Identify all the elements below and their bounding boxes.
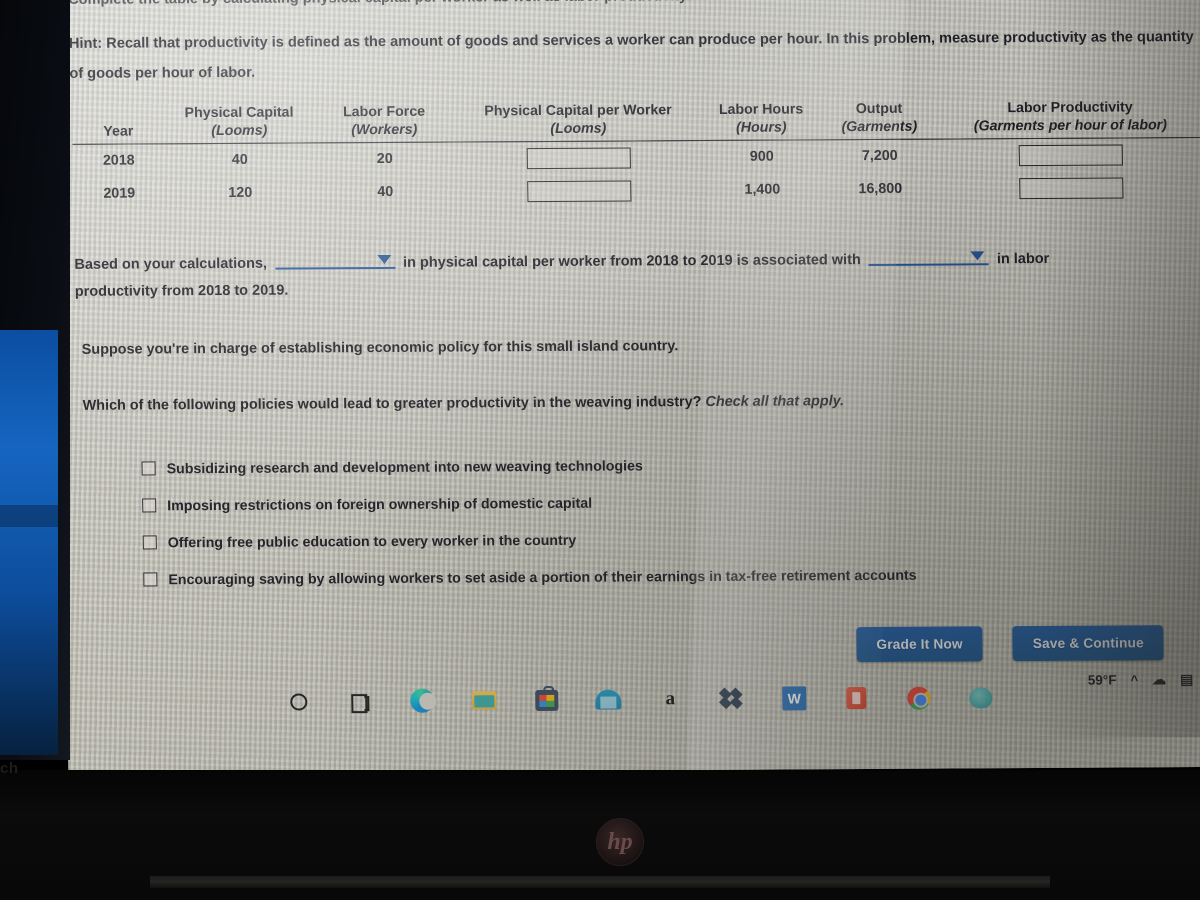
word-icon[interactable]: W: [763, 675, 826, 721]
list-item[interactable]: Subsidizing research and development int…: [141, 455, 1143, 498]
dropdown-change-direction[interactable]: [274, 250, 396, 270]
task-view-icon[interactable]: [329, 678, 392, 724]
header-physical-capital-per-worker: Physical Capital per Worker: [484, 102, 672, 120]
option-label-1: Subsidizing research and development int…: [166, 458, 643, 478]
option-label-2: Imposing restrictions on foreign ownersh…: [167, 495, 593, 515]
check-all-that-apply-note: Check all that apply.: [705, 393, 845, 411]
cell-labor-hours-2019: 1,400: [744, 181, 781, 198]
header-physical-capital: Physical Capital: [184, 104, 294, 122]
header-unit-looms: (Looms): [164, 122, 315, 144]
cell-labor-force-2019: 40: [377, 183, 394, 201]
letter-a-icon[interactable]: a: [639, 676, 702, 722]
checkbox-option-1[interactable]: [141, 461, 156, 476]
checkbox-option-2[interactable]: [142, 498, 157, 513]
file-explorer-icon[interactable]: [453, 677, 516, 723]
conclusion-part-3: in labor: [996, 250, 1050, 268]
header-unit-looms-2: (Looms): [454, 120, 703, 143]
cell-pcw-2018: [455, 141, 704, 176]
taskbar-search-text-fragment[interactable]: ch: [0, 760, 60, 790]
header-blank: [72, 105, 164, 124]
onedrive-cloud-icon[interactable]: ☁: [1152, 671, 1166, 688]
policy-intro: Suppose you're in charge of establishing…: [81, 338, 679, 358]
cell-pcw-2019: [455, 174, 704, 209]
policy-options-list: Subsidizing research and development int…: [141, 455, 1144, 609]
conclusion-part-4: productivity from 2018 to 2019.: [74, 282, 289, 300]
dropbox-icon[interactable]: [701, 676, 764, 722]
photo-of-laptop-screen: Complete the table by calculating physic…: [0, 0, 1200, 900]
search-circle-icon[interactable]: [267, 678, 330, 724]
secondary-blue-window-edge: [0, 330, 58, 755]
microsoft-edge-icon[interactable]: [391, 678, 454, 724]
windows-taskbar: a W: [67, 665, 1200, 734]
laptop-hinge: [150, 876, 1050, 888]
mail-icon[interactable]: [577, 676, 640, 722]
header-labor-force: Labor Force: [342, 103, 426, 121]
cell-year-2018: 2018: [102, 152, 135, 169]
input-physical-capital-per-worker-2018[interactable]: [526, 147, 631, 169]
option-label-4: Encouraging saving by allowing workers t…: [168, 567, 917, 589]
weather-temperature[interactable]: 59°F: [1088, 673, 1117, 688]
conclusion-sentence: Based on your calculations, in physical …: [74, 242, 1200, 281]
policy-prompt: Which of the following policies would le…: [83, 393, 845, 414]
list-item[interactable]: Imposing restrictions on foreign ownersh…: [142, 492, 1143, 535]
chrome-icon[interactable]: [887, 675, 950, 721]
conclusion-part-2: in physical capital per worker from 2018…: [402, 252, 861, 271]
cell-labor-productivity-2018: [939, 137, 1200, 172]
chevron-down-icon: [376, 254, 392, 265]
productivity-table: Physical Capital Labor Force Physical Ca…: [72, 99, 1200, 210]
hp-logo: hp: [596, 818, 644, 866]
header-labor-hours: Labor Hours: [718, 101, 804, 118]
dropdown-productivity-direction[interactable]: [868, 247, 989, 267]
checkbox-option-3[interactable]: [142, 535, 157, 550]
input-labor-productivity-2018[interactable]: [1018, 144, 1123, 166]
header-year: Year: [72, 123, 165, 145]
list-item[interactable]: Encouraging saving by allowing workers t…: [143, 566, 1144, 609]
cell-labor-hours-2018: 900: [749, 148, 774, 166]
hint-body: Recall that productivity is defined as t…: [69, 29, 1194, 82]
cell-physical-capital-2018: 40: [231, 152, 248, 169]
microsoft-store-icon[interactable]: [515, 677, 578, 723]
option-label-3: Offering free public education to every …: [167, 532, 577, 552]
header-labor-productivity: Labor Productivity: [1007, 99, 1133, 117]
instruction-line-clipped: Complete the table by calculating physic…: [68, 0, 1128, 8]
cell-labor-productivity-2019: [939, 170, 1200, 205]
hint-paragraph: Hint: Recall that productivity is define…: [69, 22, 1200, 89]
list-item[interactable]: Offering free public education to every …: [142, 529, 1144, 572]
checkbox-option-4[interactable]: [143, 572, 158, 587]
conclusion-part-1: Based on your calculations,: [74, 255, 268, 273]
teal-app-icon[interactable]: [949, 674, 1012, 720]
cell-labor-force-2018: 20: [376, 151, 393, 168]
header-unit-hours: (Hours): [702, 119, 821, 141]
header-output: Output: [855, 100, 903, 118]
grade-it-now-button[interactable]: Grade It Now: [856, 626, 984, 663]
input-labor-productivity-2019[interactable]: [1019, 176, 1124, 199]
header-unit-garments-per-hour: (Garments per hour of labor): [938, 116, 1200, 140]
policy-prompt-text: Which of the following policies would le…: [82, 394, 702, 414]
header-unit-garments: (Garments): [820, 118, 939, 140]
monitor-screen-area: Complete the table by calculating physic…: [56, 0, 1200, 774]
show-hidden-icons-chevron[interactable]: ^: [1130, 672, 1138, 687]
save-and-continue-button[interactable]: Save & Continue: [1012, 625, 1165, 662]
chevron-down-icon: [970, 251, 985, 261]
assignment-page: Complete the table by calculating physic…: [56, 0, 1200, 774]
table-row: 2019 120 40 1,400 16,800: [73, 170, 1200, 210]
office-icon[interactable]: [825, 675, 888, 721]
cell-year-2019: 2019: [103, 185, 136, 202]
action-buttons: Grade It Now Save & Continue: [856, 625, 1190, 663]
header-unit-workers: (Workers): [314, 121, 455, 143]
cell-physical-capital-2019: 120: [228, 184, 253, 201]
system-tray: 59°F ^ ☁ ▤ ▯: [1088, 671, 1200, 689]
hint-label: Hint:: [68, 35, 103, 52]
network-icon[interactable]: ▤: [1180, 671, 1194, 688]
input-physical-capital-per-worker-2019[interactable]: [527, 179, 632, 202]
cell-output-2019: 16,800: [858, 180, 903, 198]
cell-output-2018: 7,200: [861, 148, 898, 165]
